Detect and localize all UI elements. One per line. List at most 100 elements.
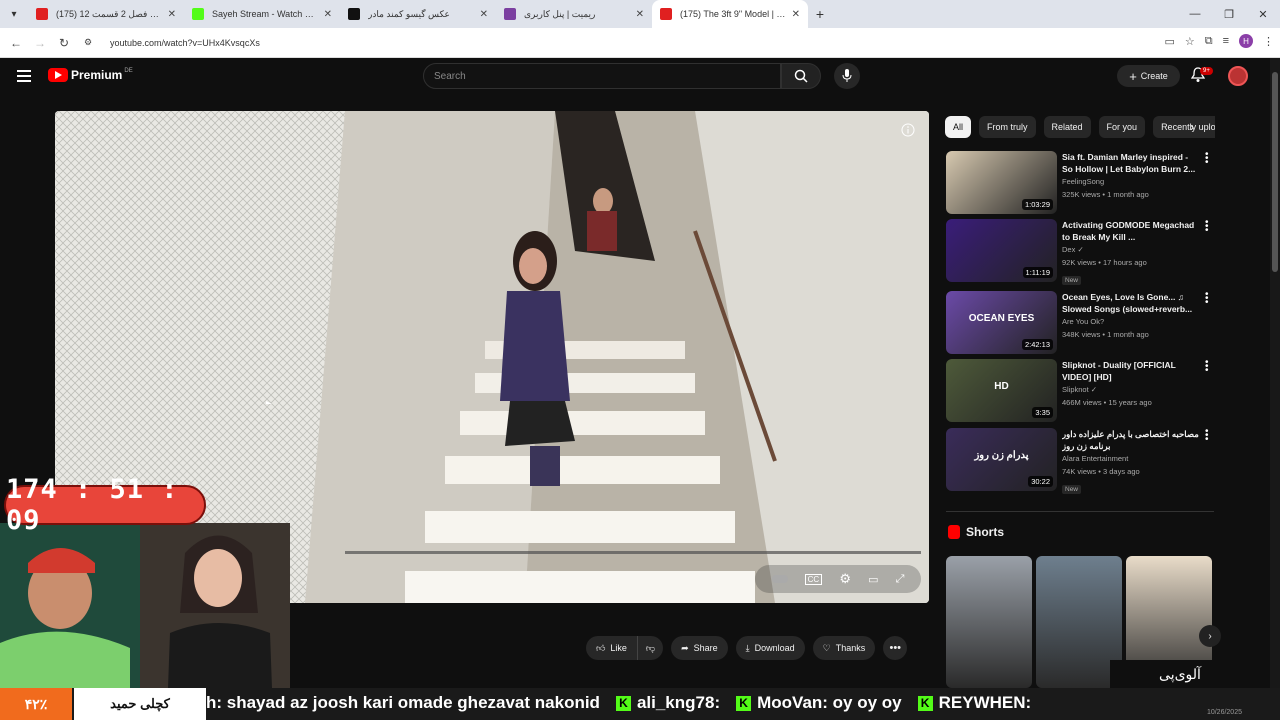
browser-tab[interactable]: Sayeh Stream - Watch Live on Kick ✕ (184, 0, 340, 28)
filter-chip[interactable]: All (945, 116, 972, 138)
browser-tab[interactable]: ریمیت | پنل کاربری ✕ (496, 0, 652, 28)
share-label: Share (693, 643, 718, 653)
tab-close-icon[interactable]: ✕ (324, 9, 332, 20)
reading-list-icon[interactable]: ≡ (1223, 35, 1229, 47)
more-vertical-icon[interactable]: • • • (1205, 358, 1209, 376)
seek-bar[interactable] (345, 551, 921, 554)
brand-watermark: آلوی‌پی (1110, 660, 1250, 690)
create-button[interactable]: + Create (1117, 65, 1180, 87)
video-duration: 1:03:29 (1021, 199, 1053, 210)
chips-next-arrow[interactable]: › (1190, 120, 1194, 134)
video-title[interactable]: Sia ft. Damian Marley inspired - So Holl… (1062, 151, 1200, 175)
search-button[interactable] (781, 63, 821, 89)
page-scrollbar[interactable] (1270, 58, 1280, 688)
menu-icon[interactable] (17, 70, 31, 82)
captions-icon[interactable]: CC (804, 573, 823, 585)
channel-name[interactable]: FeelingSong (1062, 175, 1200, 188)
info-icon[interactable] (901, 123, 915, 137)
browser-tab[interactable]: (175) The 3ft 9" Model | Sh ✕ (652, 0, 808, 28)
bookmark-star-icon[interactable]: ☆ (1185, 35, 1195, 48)
video-title[interactable]: Activating GODMODE Megachad to Break My … (1062, 219, 1200, 243)
channel-name[interactable]: Dex ✓ (1062, 243, 1200, 256)
notification-badge: 9+ (1200, 67, 1213, 75)
video-thumbnail[interactable]: 1:03:29 (946, 151, 1057, 214)
back-button[interactable]: ← (4, 36, 28, 50)
video-title[interactable]: مصاحبه اختصاصی با پدرام علیزاده داور برن… (1062, 428, 1200, 452)
video-meta: Activating GODMODE Megachad to Break My … (1062, 219, 1200, 285)
more-vertical-icon[interactable]: • • • (1205, 290, 1209, 308)
video-thumbnail[interactable]: HD 3:35 (946, 359, 1057, 422)
settings-gear-icon[interactable]: ⚙ (839, 571, 851, 587)
site-info-icon[interactable]: ⚙ (76, 37, 100, 48)
tab-close-icon[interactable]: ✕ (636, 9, 644, 20)
miniplayer-icon[interactable]: ▭ (868, 573, 878, 586)
tab-close-icon[interactable]: ✕ (792, 9, 800, 20)
recommended-video[interactable]: پدرام زن روز 30:22 مصاحبه اختصاصی با پدر… (946, 428, 1216, 494)
channel-name[interactable]: Are You Ok? (1062, 315, 1200, 328)
browser-tab[interactable]: (175) زن روز فصل 2 قسمت 12 ✕ (28, 0, 184, 28)
ticker-messages: h: shayad az joosh kari omade ghezavat n… (206, 693, 1041, 713)
cast-icon[interactable]: ▭ (1164, 35, 1174, 48)
video-title[interactable]: Ocean Eyes, Love Is Gone... ♫ Slowed Son… (1062, 291, 1200, 315)
recommended-video[interactable]: 1:11:19 Activating GODMODE Megachad to B… (946, 219, 1216, 285)
filter-chip[interactable]: From truly (979, 116, 1036, 138)
more-actions-button[interactable]: ••• (883, 636, 908, 660)
shorts-header: Shorts (948, 525, 1004, 539)
address-bar: ← → ↻ ⚙ youtube.com/watch?v=UHx4KvsqcXs … (0, 28, 1280, 58)
reload-button[interactable]: ↻ (52, 36, 76, 50)
window-controls: — ❐ ✕ (1178, 0, 1280, 28)
tab-close-icon[interactable]: ✕ (168, 9, 176, 20)
shorts-next-button[interactable]: › (1199, 625, 1221, 647)
dislike-button[interactable]: 👎︎ (637, 636, 664, 660)
short-thumbnail[interactable] (946, 556, 1032, 688)
more-horizontal-icon: ••• (889, 642, 902, 654)
more-vertical-icon[interactable]: • • • (1205, 150, 1209, 168)
scrollbar-thumb[interactable] (1272, 72, 1278, 272)
like-button[interactable]: 👍︎ Like (586, 636, 638, 660)
profile-avatar[interactable]: H (1239, 34, 1253, 48)
browser-menu-icon[interactable]: ⋮ (1263, 35, 1274, 48)
new-tab-button[interactable]: + (808, 6, 832, 22)
video-title[interactable]: Slipknot - Duality [OFFICIAL VIDEO] [HD] (1062, 359, 1200, 383)
forward-button[interactable]: → (28, 36, 52, 50)
close-window-button[interactable]: ✕ (1246, 8, 1280, 21)
thumbnail-overlay-text: HD (994, 381, 1009, 392)
share-button[interactable]: ➦ Share (671, 636, 728, 660)
filter-chip[interactable]: Recently uploaded (1153, 116, 1215, 138)
autoplay-toggle[interactable] (771, 575, 788, 583)
filter-chip[interactable]: Related (1043, 116, 1091, 138)
tab-close-icon[interactable]: ✕ (480, 9, 488, 20)
fullscreen-icon[interactable]: ⤢ (896, 573, 905, 586)
more-vertical-icon[interactable]: • • • (1205, 218, 1209, 236)
minimize-button[interactable]: — (1178, 8, 1212, 20)
recommended-video[interactable]: OCEAN EYES 2:42:13 Ocean Eyes, Love Is G… (946, 291, 1216, 355)
video-stats: 74K views • 3 days ago (1062, 467, 1140, 476)
video-meta: Sia ft. Damian Marley inspired - So Holl… (1062, 151, 1200, 215)
channel-name[interactable]: Slipknot ✓ (1062, 383, 1200, 396)
video-thumbnail[interactable]: OCEAN EYES 2:42:13 (946, 291, 1057, 354)
microphone-icon (842, 69, 852, 82)
tab-search-button[interactable]: ▾ (0, 0, 28, 28)
video-thumbnail[interactable]: پدرام زن روز 30:22 (946, 428, 1057, 491)
video-duration: 3:35 (1032, 407, 1053, 418)
youtube-logo[interactable]: Premium DE (48, 68, 133, 82)
filter-chip[interactable]: For you (1098, 116, 1146, 138)
video-thumbnail[interactable]: 1:11:19 (946, 219, 1057, 282)
search-input[interactable]: Search (423, 63, 781, 89)
video-meta: Ocean Eyes, Love Is Gone... ♫ Slowed Son… (1062, 291, 1200, 355)
logo-text: Premium (71, 68, 123, 82)
extensions-icon[interactable]: ⧉ (1205, 35, 1213, 48)
account-avatar[interactable] (1228, 66, 1248, 86)
tab-favicon-icon (660, 8, 672, 20)
recommended-video[interactable]: HD 3:35 Slipknot - Duality [OFFICIAL VID… (946, 359, 1216, 423)
more-vertical-icon[interactable]: • • • (1205, 427, 1209, 445)
download-button[interactable]: ⤓ Download (735, 636, 805, 660)
maximize-button[interactable]: ❐ (1212, 8, 1246, 21)
recommended-video[interactable]: 1:03:29 Sia ft. Damian Marley inspired -… (946, 151, 1216, 215)
url-field[interactable]: youtube.com/watch?v=UHx4KvsqcXs (110, 38, 260, 48)
thanks-button[interactable]: ♡ Thanks (812, 636, 876, 660)
browser-tab[interactable]: عکس گیسو کمند مادر ✕ (340, 0, 496, 28)
channel-name[interactable]: Alara Entertainment (1062, 452, 1200, 465)
chat-message: h: shayad az joosh kari omade ghezavat n… (206, 693, 600, 712)
voice-search-button[interactable] (834, 63, 860, 89)
